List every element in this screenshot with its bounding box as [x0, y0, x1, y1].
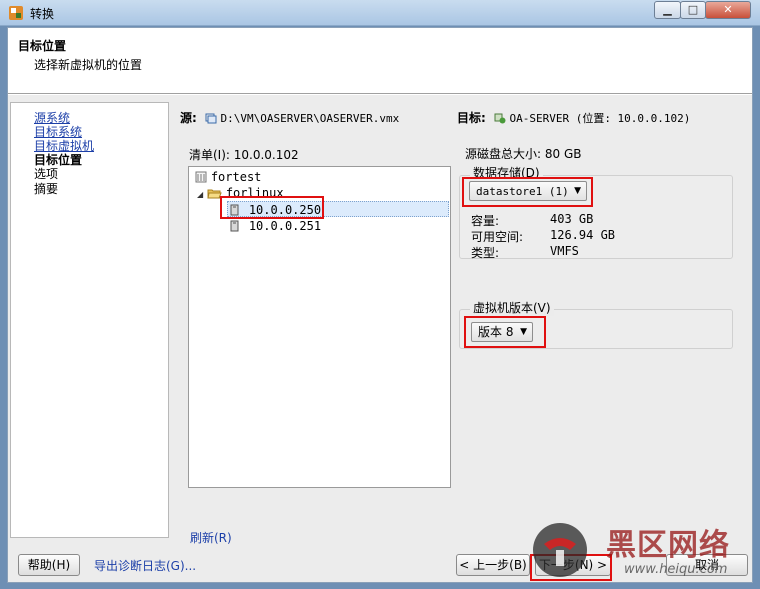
capacity-label: 容量: — [471, 214, 500, 228]
inventory-label: 清单(I): 10.0.0.102 — [189, 148, 299, 162]
nav-step-summary: 摘要 — [34, 182, 59, 196]
vm-target-icon — [494, 113, 506, 124]
refresh-link[interactable]: 刷新(R) — [190, 529, 232, 546]
type-label: 类型: — [471, 246, 500, 260]
target-value: OA-SERVER (位置: 10.0.0.102) — [509, 112, 691, 125]
vm-file-icon — [205, 113, 217, 124]
help-button[interactable]: 帮助(H) — [18, 554, 80, 576]
nav-step-target-vm[interactable]: 目标虚拟机 — [34, 139, 94, 153]
wizard-header: 目标位置 选择新虚拟机的位置 — [8, 28, 752, 94]
cancel-button[interactable]: 取消 — [666, 554, 748, 576]
wizard-dialog: 目标位置 选择新虚拟机的位置 源系统 目标系统 目标虚拟机 目标位置 选项 摘要… — [7, 27, 753, 583]
source-label: 源: — [180, 111, 197, 125]
free-space-value: 126.94 GB — [550, 228, 616, 242]
free-space-label: 可用空间: — [471, 230, 524, 244]
nav-step-target-location: 目标位置 — [34, 153, 83, 167]
page-title: 目标位置 — [18, 39, 67, 53]
nav-step-options: 选项 — [34, 167, 59, 181]
vm-version-group-label: 虚拟机版本(V) — [470, 299, 554, 316]
highlight-box-version — [464, 316, 546, 348]
maximize-button[interactable]: □ — [680, 1, 706, 19]
nav-step-source-system[interactable]: 源系统 — [34, 111, 70, 125]
title-bar[interactable]: 转换 ▁ □ ✕ — [0, 0, 760, 26]
export-logs-link[interactable]: 导出诊断日志(G)... — [94, 557, 196, 574]
host-icon — [230, 220, 239, 232]
tree-item-host-251[interactable]: 10.0.0.251 — [230, 218, 321, 234]
type-value: VMFS — [550, 244, 579, 258]
page-subtitle: 选择新虚拟机的位置 — [34, 58, 143, 72]
capacity-value: 403 GB — [550, 212, 594, 226]
close-button[interactable]: ✕ — [705, 1, 751, 19]
highlight-box-host — [220, 196, 324, 219]
tree-item-fortest[interactable]: fortest — [195, 169, 261, 185]
source-path: D:\VM\OASERVER\OASERVER.vmx — [220, 112, 400, 125]
minimize-button[interactable]: ▁ — [654, 1, 681, 19]
back-button[interactable]: < 上一步(B) — [456, 554, 530, 576]
target-label: 目标: — [457, 111, 486, 125]
source-disk-size: 源磁盘总大小: 80 GB — [465, 147, 582, 161]
nav-step-target-system[interactable]: 目标系统 — [34, 125, 82, 139]
wizard-steps-nav: 源系统 目标系统 目标虚拟机 目标位置 选项 摘要 — [10, 102, 169, 538]
wizard-footer: 帮助(H) 导出诊断日志(G)... < 上一步(B) 下一步(N) > 取消 — [8, 549, 752, 582]
datacenter-icon — [195, 171, 207, 183]
wizard-content: 源系统 目标系统 目标虚拟机 目标位置 选项 摘要 源: D:\VM\OASER… — [8, 95, 752, 549]
highlight-box-datastore — [462, 177, 593, 207]
window-title: 转换 — [30, 7, 55, 21]
highlight-box-next — [530, 554, 612, 581]
source-line: 源: D:\VM\OASERVER\OASERVER.vmx — [180, 109, 399, 126]
vmware-converter-icon — [9, 6, 23, 20]
expand-triangle-icon[interactable]: ◢ — [197, 190, 203, 199]
target-line: 目标: OA-SERVER (位置: 10.0.0.102) — [457, 109, 690, 126]
